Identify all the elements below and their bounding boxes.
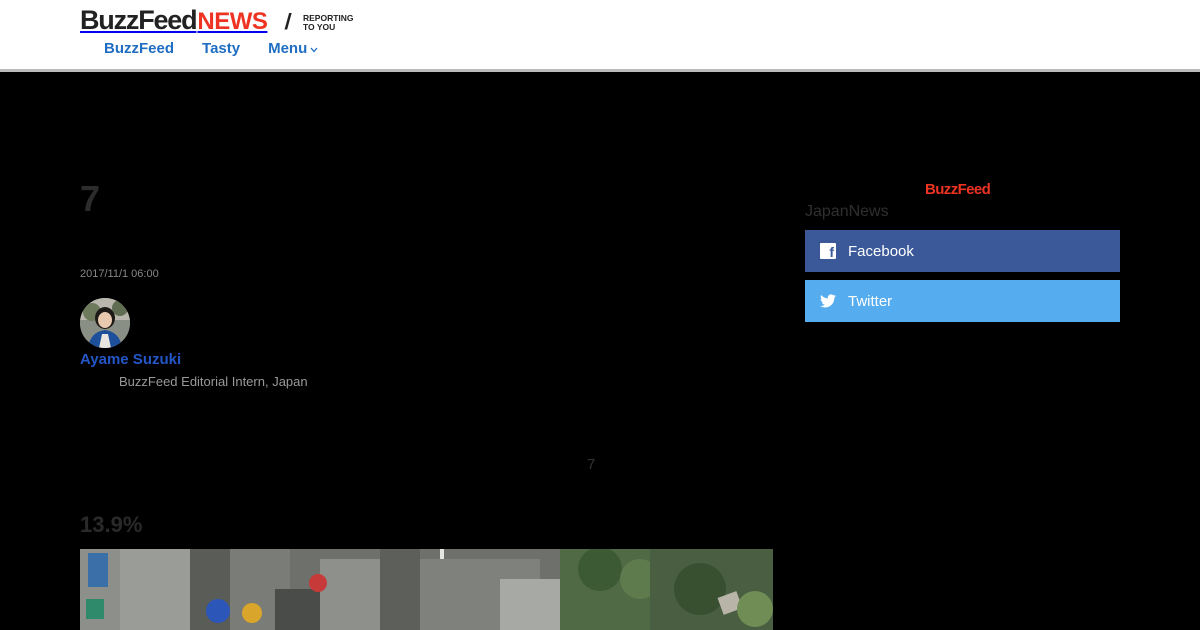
nav-item-buzzfeed[interactable]: BuzzFeed bbox=[104, 40, 174, 57]
author-avatar[interactable] bbox=[80, 298, 130, 348]
facebook-icon: f bbox=[820, 243, 836, 259]
share-twitter-button[interactable]: Twitter bbox=[805, 280, 1120, 322]
author-photo bbox=[80, 298, 130, 348]
nav-item-label: BuzzFeed bbox=[104, 40, 175, 57]
nav-item-label: Tasty bbox=[202, 40, 241, 57]
logo-separator: / bbox=[283, 9, 293, 34]
share-facebook-button[interactable]: f Facebook bbox=[805, 230, 1120, 272]
sidebar-brand-logo: BuzzFeed bbox=[925, 181, 991, 198]
twitter-icon bbox=[820, 293, 836, 309]
tagline-line2: TO YOU bbox=[303, 22, 336, 32]
main-nav: BuzzFeed Tasty Menu bbox=[104, 40, 318, 57]
stat-heading: 13.9% bbox=[80, 512, 143, 537]
nav-item-tasty[interactable]: Tasty bbox=[202, 40, 240, 57]
article-photo bbox=[80, 549, 773, 630]
article-timestamp: 2017/11/1 06:00 bbox=[80, 268, 159, 280]
sidebar-label: JapanNews bbox=[805, 203, 889, 220]
chevron-down-icon bbox=[310, 45, 318, 55]
header-divider bbox=[0, 69, 1200, 72]
logo-secondary: NEWS bbox=[197, 8, 268, 35]
nav-item-label: Menu bbox=[268, 40, 308, 57]
share-label: Facebook bbox=[848, 242, 914, 260]
article-headline: 7 bbox=[80, 178, 101, 219]
logo-primary: BuzzFeed bbox=[80, 5, 198, 35]
site-header: BuzzFeed NEWS / REPORTING TO YOU BuzzFee… bbox=[0, 0, 1200, 70]
author-name-link[interactable]: Ayame Suzuki bbox=[80, 351, 181, 368]
inline-number: 7 bbox=[587, 456, 596, 473]
nav-item-menu[interactable]: Menu bbox=[268, 40, 318, 57]
buzzfeed-news-logo[interactable]: BuzzFeed NEWS / REPORTING TO YOU bbox=[80, 5, 354, 35]
author-role: BuzzFeed Editorial Intern, Japan bbox=[119, 374, 308, 389]
share-label: Twitter bbox=[848, 292, 893, 310]
logo-tagline: REPORTING TO YOU bbox=[303, 14, 373, 32]
